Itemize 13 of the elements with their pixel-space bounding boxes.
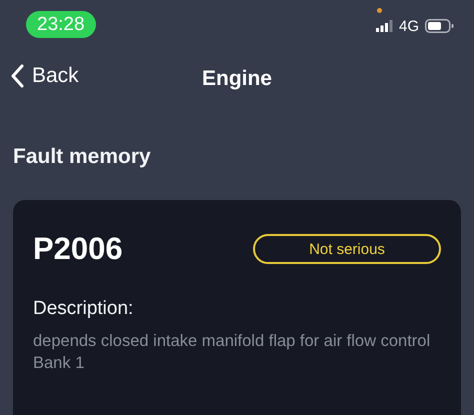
description-label: Description: bbox=[33, 298, 134, 320]
screen-title: Engine bbox=[202, 67, 272, 91]
network-label: 4G bbox=[398, 18, 419, 34]
signal-icon bbox=[376, 20, 393, 32]
chevron-left-icon bbox=[10, 64, 24, 88]
fault-description: depends closed intake manifold flap for air flow control Bank 1 bbox=[33, 331, 432, 374]
section-title: Fault memory bbox=[13, 145, 151, 168]
back-button[interactable]: Back bbox=[10, 64, 79, 88]
status-time: 23:28 bbox=[26, 10, 96, 38]
battery-icon bbox=[425, 19, 454, 33]
severity-badge: Not serious bbox=[253, 234, 441, 264]
indicator-dot-icon bbox=[377, 8, 382, 13]
fault-code: P2006 bbox=[33, 231, 123, 267]
